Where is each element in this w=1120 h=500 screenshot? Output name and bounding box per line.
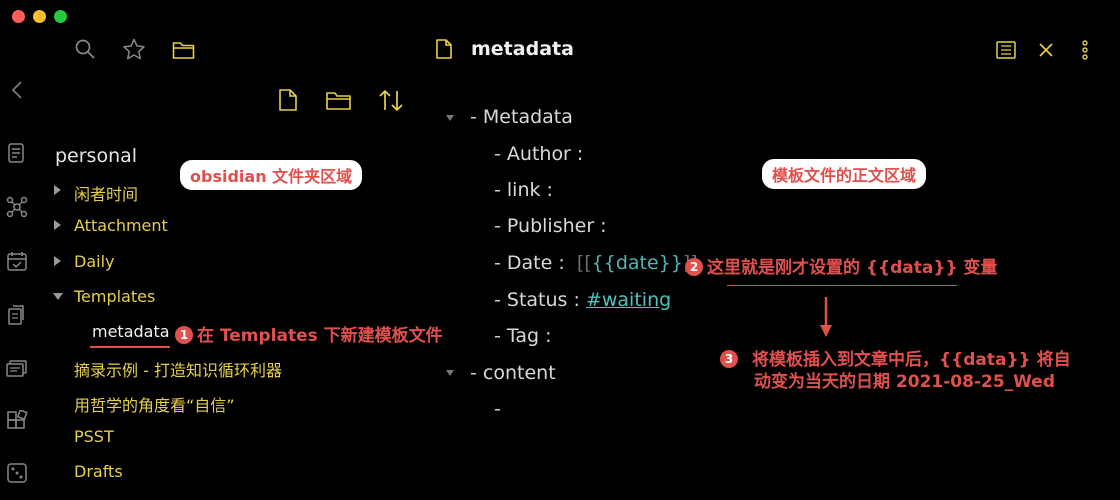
zoom-window-button[interactable] <box>54 10 67 23</box>
more-options-icon[interactable] <box>1080 40 1090 60</box>
reading-view-icon[interactable] <box>995 40 1017 60</box>
line-date[interactable]: - Date : [[{{date}}]] <box>494 252 698 274</box>
graph-view-icon[interactable] <box>6 196 28 218</box>
starred-icon[interactable] <box>122 38 146 60</box>
line-status[interactable]: - Status : #waiting <box>494 289 671 311</box>
fold-content-icon[interactable] <box>446 370 454 376</box>
sort-icon[interactable] <box>378 88 404 114</box>
annotation-1: 1在 Templates 下新建模板文件 <box>175 321 443 346</box>
new-note-icon[interactable] <box>278 88 298 112</box>
date-template-variable[interactable]: {{date}} <box>592 252 683 274</box>
templates-icon[interactable] <box>6 304 28 326</box>
vault-name: personal <box>55 145 138 167</box>
collapse-sidebar-icon[interactable] <box>10 80 24 100</box>
new-folder-icon[interactable] <box>325 90 353 112</box>
minimize-window-button[interactable] <box>33 10 46 23</box>
line-empty-item[interactable]: - <box>494 398 501 420</box>
line-tag[interactable]: - Tag : <box>494 325 552 347</box>
fold-metadata-icon[interactable] <box>446 115 454 121</box>
close-tab-icon[interactable] <box>1038 42 1054 58</box>
arrow-down-icon <box>818 297 834 339</box>
line-author[interactable]: - Author : <box>494 143 583 165</box>
line-link[interactable]: - link : <box>494 179 553 201</box>
close-window-button[interactable] <box>12 10 25 23</box>
file-explorer-icon[interactable] <box>172 40 196 60</box>
annotation-badge-2: 2 <box>685 258 703 276</box>
active-file-underline <box>90 346 170 348</box>
line-content[interactable]: - content <box>470 362 556 384</box>
note-title: metadata <box>471 38 574 60</box>
collapse-arrow-icon[interactable] <box>54 185 61 195</box>
slides-icon[interactable] <box>6 358 28 378</box>
annotation-2: 2 这里就是刚才设置的 {{data}} 变量 <box>685 253 998 278</box>
switcher-icon[interactable] <box>7 142 27 164</box>
line-publisher[interactable]: - Publisher : <box>494 215 607 237</box>
body-area-annotation: 模板文件的正文区域 <box>762 159 927 189</box>
file-icon <box>435 38 453 60</box>
annotation-badge-3: 3 <box>720 350 738 368</box>
search-icon[interactable] <box>74 38 96 60</box>
expand-arrow-icon[interactable] <box>53 293 63 300</box>
plugins-icon[interactable] <box>6 410 28 432</box>
collapse-arrow-icon[interactable] <box>54 220 61 230</box>
annotation-badge-1: 1 <box>175 326 193 344</box>
daily-note-icon[interactable] <box>6 250 28 272</box>
random-note-icon[interactable] <box>6 462 28 484</box>
annotation-underline <box>727 285 957 286</box>
collapse-arrow-icon[interactable] <box>54 256 61 266</box>
line-metadata[interactable]: - Metadata <box>470 106 573 128</box>
folder-area-annotation: obsidian 文件夹区域 <box>180 160 363 190</box>
left-ribbon <box>0 60 36 500</box>
annotation-3-line2: 动变为当天的日期 2021-08-25_Wed <box>754 372 1056 392</box>
status-tag-link[interactable]: #waiting <box>586 289 671 311</box>
